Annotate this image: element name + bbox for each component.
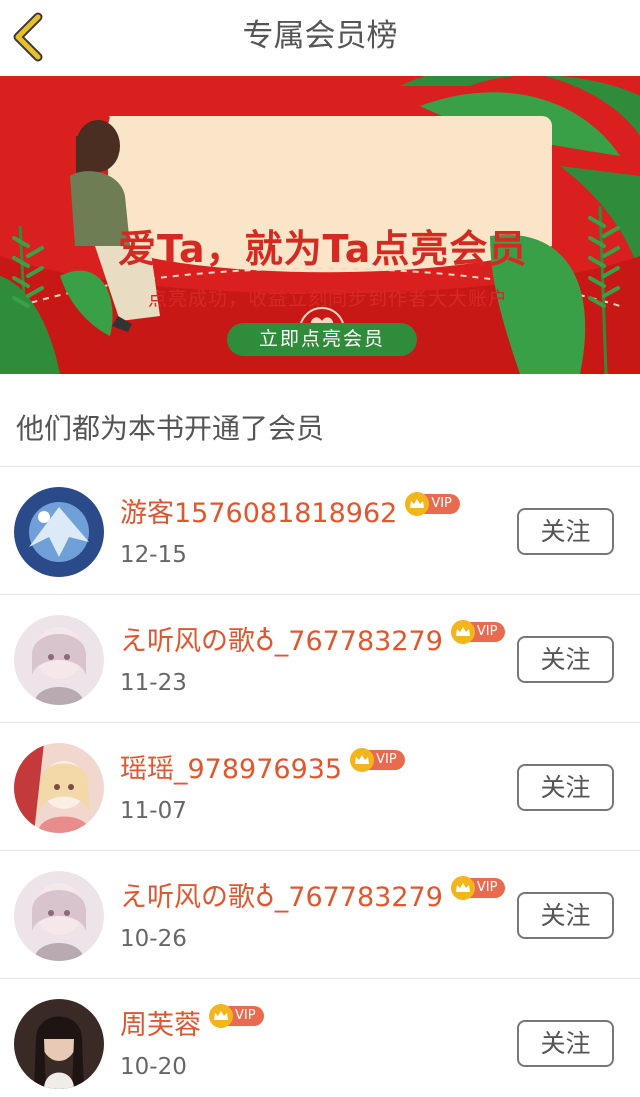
section-title: 他们都为本书开通了会员 — [16, 412, 325, 445]
follow-button[interactable]: 关注 — [517, 1020, 614, 1067]
page-title: 专属会员榜 — [242, 18, 398, 54]
member-name: 瑶瑶_978976935 — [120, 754, 343, 785]
nav-bar: 专属会员榜 — [0, 0, 640, 76]
crown-icon — [405, 491, 430, 516]
list-item[interactable]: 游客1576081818962 VIP 12-15 关注 — [0, 466, 640, 594]
vip-badge: VIP — [450, 875, 506, 900]
banner-headline: 爱Ta，就为Ta点亮会员 — [118, 227, 528, 271]
vip-badge: VIP — [405, 491, 460, 516]
avatar[interactable] — [14, 871, 104, 961]
light-up-membership-button[interactable]: 立即点亮会员 — [227, 323, 417, 356]
banner-subtitle: 点亮成功，收益立刻同步到作者大大账户 — [148, 288, 509, 310]
vip-badge: VIP — [450, 619, 506, 644]
crown-icon — [450, 875, 475, 900]
avatar[interactable] — [14, 999, 104, 1089]
crown-icon — [450, 619, 475, 644]
member-name: え听风の歌♁_767783279 — [120, 882, 443, 913]
join-date: 12-15 — [120, 542, 187, 568]
join-date: 11-07 — [120, 798, 187, 824]
follow-button[interactable]: 关注 — [517, 636, 614, 683]
crown-icon — [209, 1003, 233, 1028]
promo-banner[interactable]: 爱Ta，就为Ta点亮会员 点亮成功，收益立刻同步到作者大大账户 立即点亮会员 — [0, 76, 640, 374]
list-item[interactable]: え听风の歌♁_767783279 VIP 11-23 关注 — [0, 594, 640, 722]
member-name: え听风の歌♁_767783279 — [120, 626, 443, 657]
avatar[interactable] — [14, 615, 104, 705]
list-item[interactable]: え听风の歌♁_767783279 VIP 10-26 关注 — [0, 850, 640, 978]
list-item[interactable]: 周芙蓉 VIP 10-20 关注 — [0, 978, 640, 1097]
crown-icon — [350, 747, 375, 772]
member-name: 周芙蓉 — [120, 1010, 201, 1041]
follow-button[interactable]: 关注 — [517, 508, 614, 555]
vip-badge: VIP — [209, 1003, 264, 1028]
follow-button[interactable]: 关注 — [517, 892, 614, 939]
avatar[interactable] — [14, 743, 104, 833]
follow-button[interactable]: 关注 — [517, 764, 614, 811]
join-date: 10-26 — [120, 926, 187, 952]
member-list: 游客1576081818962 VIP 12-15 关注 え听风の歌♁_7677 — [0, 466, 640, 1097]
join-date: 11-23 — [120, 670, 187, 696]
member-name: 游客1576081818962 — [120, 498, 398, 529]
vip-badge: VIP — [350, 747, 405, 772]
join-date: 10-20 — [120, 1054, 187, 1080]
list-item[interactable]: 瑶瑶_978976935 VIP 11-07 关注 — [0, 722, 640, 850]
avatar[interactable] — [14, 487, 104, 577]
